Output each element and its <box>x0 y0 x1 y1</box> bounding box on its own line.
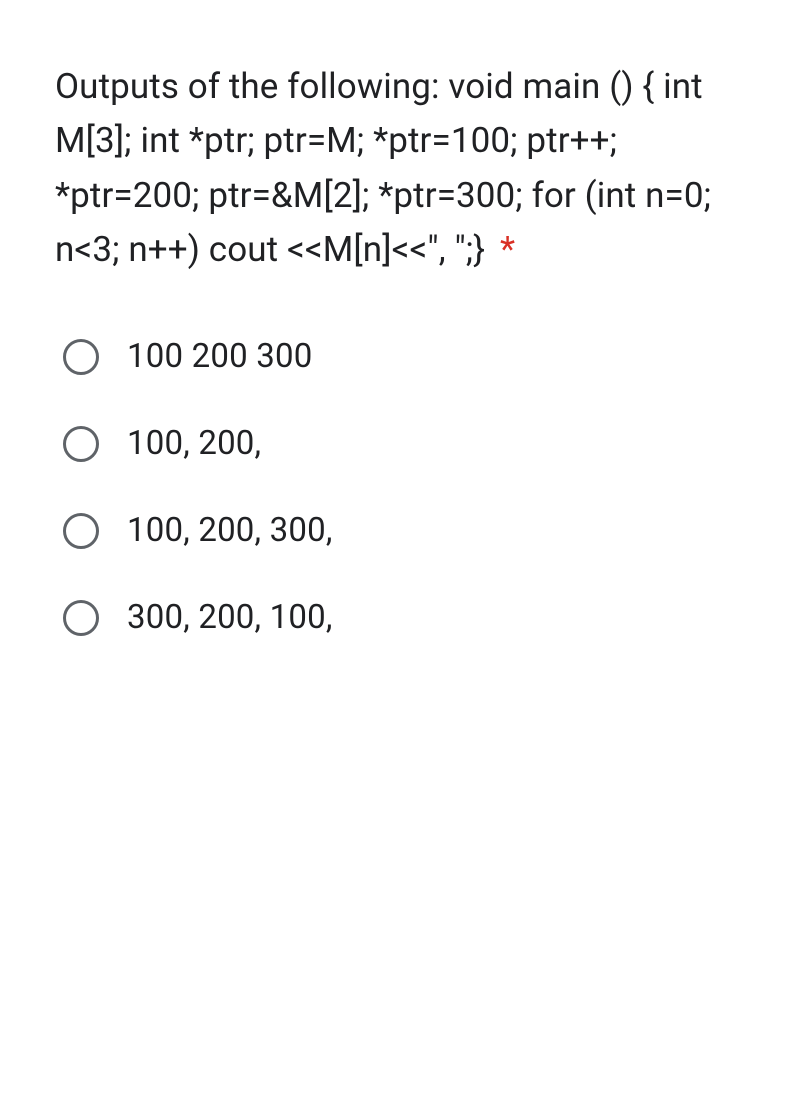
radio-icon <box>63 426 99 462</box>
option-2[interactable]: 100, 200, <box>63 424 757 463</box>
option-4[interactable]: 300, 200, 100, <box>63 598 757 637</box>
option-label: 100, 200, 300, <box>127 511 333 550</box>
question-text: Outputs of the following: void main () {… <box>55 60 757 277</box>
question-body: Outputs of the following: void main () {… <box>55 66 711 270</box>
option-label: 100 200 300 <box>127 337 313 376</box>
required-marker: * <box>500 229 515 270</box>
options-group: 100 200 300 100, 200, 100, 200, 300, 300… <box>55 337 757 637</box>
radio-icon <box>63 339 99 375</box>
radio-icon <box>63 600 99 636</box>
option-3[interactable]: 100, 200, 300, <box>63 511 757 550</box>
radio-icon <box>63 513 99 549</box>
option-label: 300, 200, 100, <box>127 598 333 637</box>
option-1[interactable]: 100 200 300 <box>63 337 757 376</box>
option-label: 100, 200, <box>127 424 261 463</box>
